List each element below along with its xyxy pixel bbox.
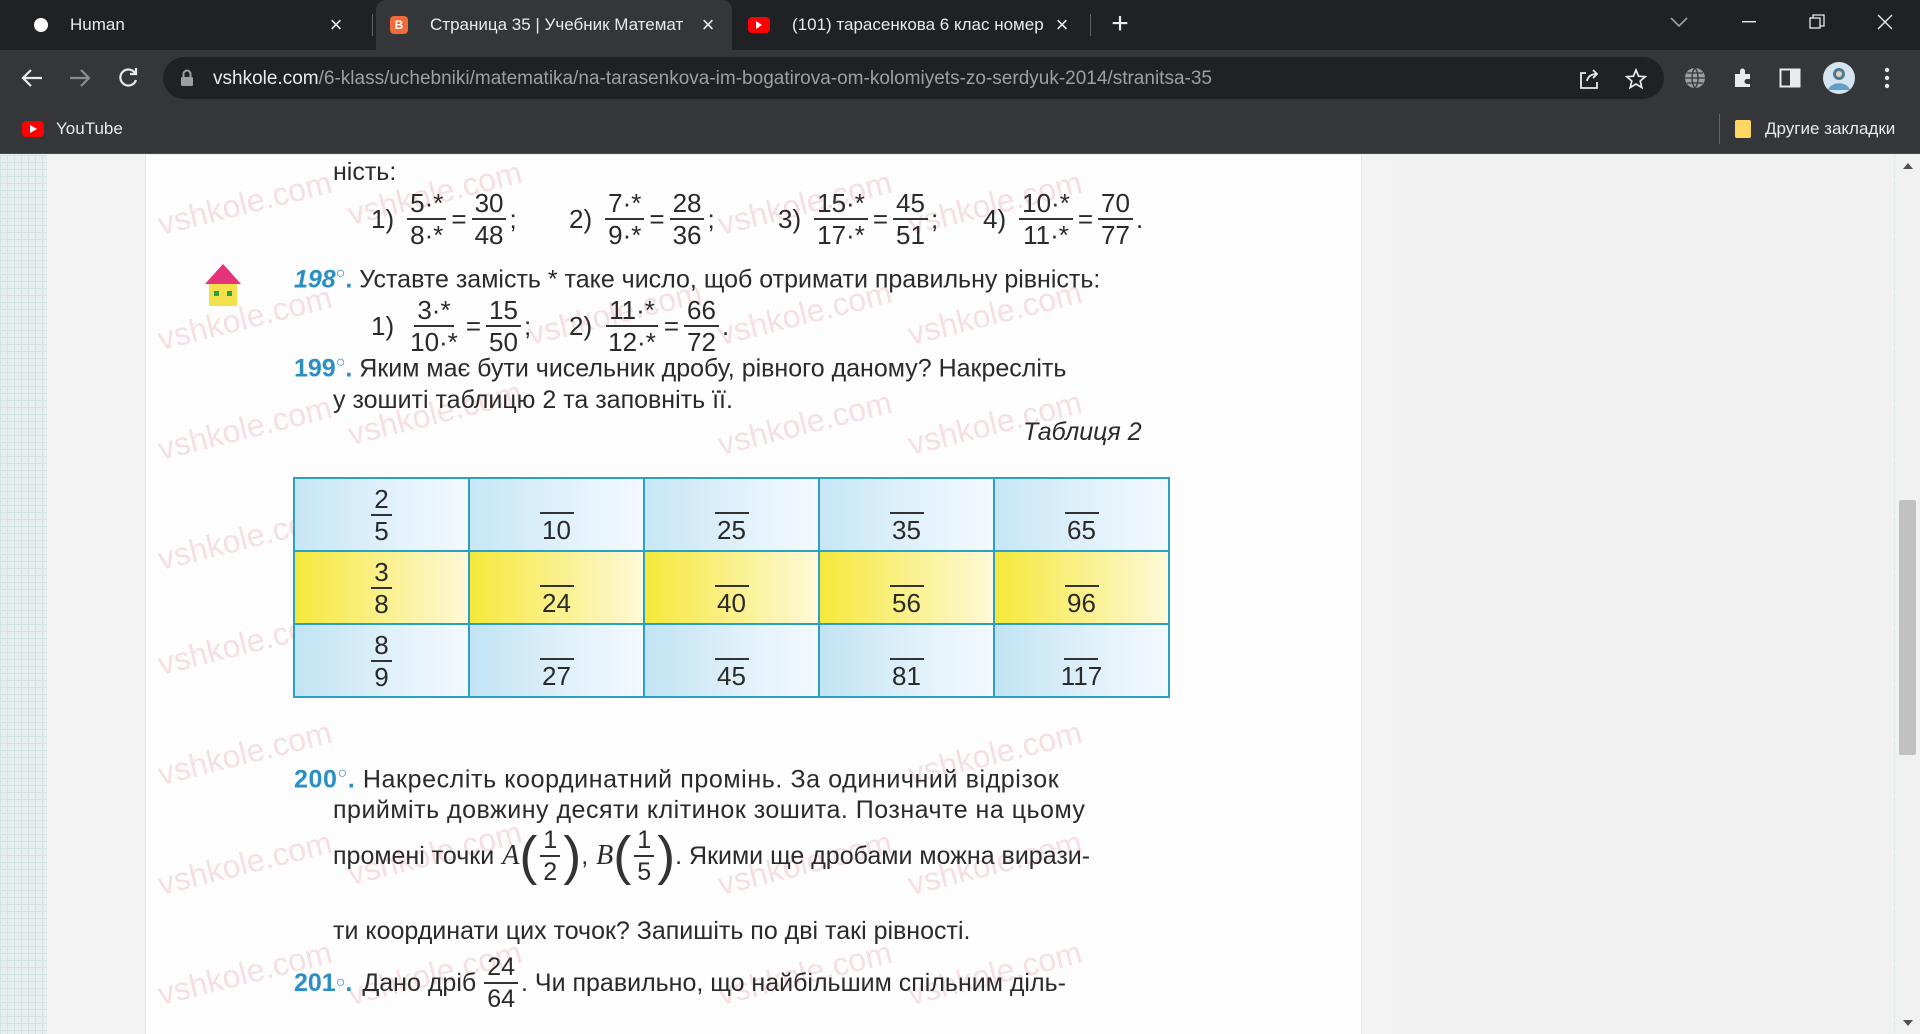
forward-button[interactable] — [62, 60, 98, 96]
close-window-icon[interactable] — [1856, 0, 1914, 44]
equation: 2) 11·* 12·* = 66 72 . — [569, 295, 730, 357]
textbook-content: vshkole.com vshkole.com vshkole.com vshk… — [146, 155, 1361, 1034]
table-cell: 96 — [993, 550, 1170, 625]
fractions-table: 25 10 25 35 65 38 24 40 56 96 89 27 45 8… — [293, 477, 1170, 698]
profile-avatar-icon[interactable] — [1822, 61, 1856, 95]
back-button[interactable] — [14, 60, 50, 96]
bookmark-youtube[interactable]: YouTube — [22, 119, 123, 139]
page-viewport: vshkole.com vshkole.com vshkole.com vshk… — [0, 155, 1920, 1034]
restore-window-icon[interactable] — [1788, 0, 1846, 44]
page-container: vshkole.com vshkole.com vshkole.com vshk… — [47, 155, 1894, 1034]
table-cell: 56 — [818, 550, 995, 625]
table-cell: 40 — [643, 550, 820, 625]
side-panel-icon[interactable] — [1775, 63, 1805, 93]
vshkole-favicon-icon: B — [390, 16, 408, 34]
tab-title: Human — [70, 15, 125, 34]
close-tab-icon[interactable]: × — [696, 12, 720, 37]
close-tab-icon[interactable]: × — [1050, 12, 1074, 37]
table-row: 25 10 25 35 65 — [293, 477, 1170, 552]
equation: 3) 15·* 17·* = 45 51 ; — [778, 188, 939, 250]
lock-icon[interactable] — [180, 69, 194, 92]
close-tab-icon[interactable]: × — [324, 12, 348, 37]
watermark: vshkole.com — [154, 164, 336, 242]
bookmark-label: YouTube — [56, 119, 123, 138]
table-cell: 25 — [643, 477, 820, 552]
youtube-favicon-icon — [748, 17, 770, 33]
extensions-puzzle-icon[interactable] — [1728, 63, 1758, 93]
scroll-up-icon[interactable] — [1903, 163, 1913, 169]
table-cell: 45 — [643, 623, 820, 698]
bookmark-star-icon[interactable] — [1623, 66, 1649, 92]
tab-youtube[interactable]: (101) тарасенкова 6 клас номер × — [734, 0, 1086, 50]
table-cell: 81 — [818, 623, 995, 698]
tab-search-chevron-icon[interactable] — [1650, 0, 1708, 44]
table-cell: 10 — [468, 477, 645, 552]
share-icon[interactable] — [1576, 66, 1602, 92]
address-bar[interactable]: vshkole.com/6-klass/uchebniki/matematika… — [163, 57, 1664, 99]
youtube-icon — [22, 121, 44, 137]
table-row: 38 24 40 56 96 — [293, 550, 1170, 625]
chrome-menu-icon[interactable] — [1872, 63, 1902, 93]
folder-icon — [1735, 120, 1751, 138]
home-task-icon — [203, 262, 243, 312]
tab-separator — [1090, 14, 1091, 36]
exercise-200-text-line2: прийміть довжину десяти клітинок зошита.… — [333, 796, 1086, 824]
exercise-201-text: 201 ○. Дано дріб 24 64 . Чи правильно, що … — [294, 953, 1066, 1013]
reload-button[interactable] — [110, 60, 146, 96]
url-text[interactable]: vshkole.com/6-klass/uchebniki/matematika… — [213, 68, 1212, 90]
table-cell: 35 — [818, 477, 995, 552]
table-cell: 24 — [468, 550, 645, 625]
other-bookmarks-label: Другие закладки — [1765, 119, 1896, 138]
equation: 2) 7·* 9·* = 28 36 ; — [569, 188, 715, 250]
tab-title: (101) тарасенкова 6 клас номер — [792, 15, 1044, 34]
table-row: 89 27 45 81 117 — [293, 623, 1170, 698]
watermark: vshkole.com — [714, 384, 896, 462]
tab-uchebnik[interactable]: B Страница 35 | Учебник Математ × — [376, 0, 732, 50]
exercise-200-text: 200○. Накресліть координатний промінь. З… — [294, 765, 1060, 794]
new-tab-button[interactable]: + — [1104, 9, 1136, 41]
table-cell: 38 — [293, 550, 470, 625]
table-cell: 65 — [993, 477, 1170, 552]
human-favicon-icon — [34, 18, 48, 32]
watermark: vshkole.com — [154, 389, 336, 467]
exercise-198-text: 198○. Уставте замість * таке число, щоб … — [294, 265, 1101, 294]
watermark: vshkole.com — [154, 824, 336, 902]
table-cell: 27 — [468, 623, 645, 698]
vertical-scrollbar[interactable] — [1895, 155, 1920, 1034]
text-fragment: ність: — [333, 158, 397, 186]
exercise-200-text-line4: ти координати цих точок? Запишіть по дві… — [333, 917, 971, 945]
table-cell: 25 — [293, 477, 470, 552]
tab-bar: Human × B Страница 35 | Учебник Математ … — [0, 0, 1920, 50]
equation: 1) 3·* 10·* = 15 50 ; — [371, 295, 532, 357]
equation: 4) 10·* 11·* = 70 77 . — [983, 188, 1144, 250]
table-cell: 117 — [993, 623, 1170, 698]
other-bookmarks[interactable]: Другие закладки — [1735, 119, 1895, 139]
exercise-200-text-line3: промені точки A (1 2) , B (1 5) . Якими ще… — [333, 826, 1091, 886]
equation: 1) 5·* 8·* = 30 48 ; — [371, 188, 517, 250]
table-cell: 89 — [293, 623, 470, 698]
scrollbar-thumb[interactable] — [1899, 500, 1916, 755]
tab-separator — [372, 14, 373, 36]
bookmarks-separator — [1719, 114, 1720, 144]
right-sidebar-panel — [1392, 155, 1894, 1034]
translate-globe-icon[interactable] — [1680, 63, 1710, 93]
exercise-199-text-line2: у зошиті таблицю 2 та заповніть її. — [333, 386, 733, 414]
tab-title: Страница 35 | Учебник Математ — [430, 15, 684, 34]
minimize-window-icon[interactable] — [1720, 0, 1778, 44]
textbook-page: vshkole.com vshkole.com vshkole.com vshk… — [145, 155, 1362, 1034]
exercise-199-text: 199○. Яким має бути чисельник дробу, рів… — [294, 354, 1067, 383]
tab-human[interactable]: Human × — [20, 0, 360, 50]
browser-toolbar: vshkole.com/6-klass/uchebniki/matematika… — [0, 50, 1920, 107]
table-caption: Таблиця 2 — [1023, 418, 1142, 446]
bookmarks-bar: YouTube Другие закладки — [0, 107, 1920, 154]
scroll-down-icon[interactable] — [1903, 1020, 1913, 1026]
